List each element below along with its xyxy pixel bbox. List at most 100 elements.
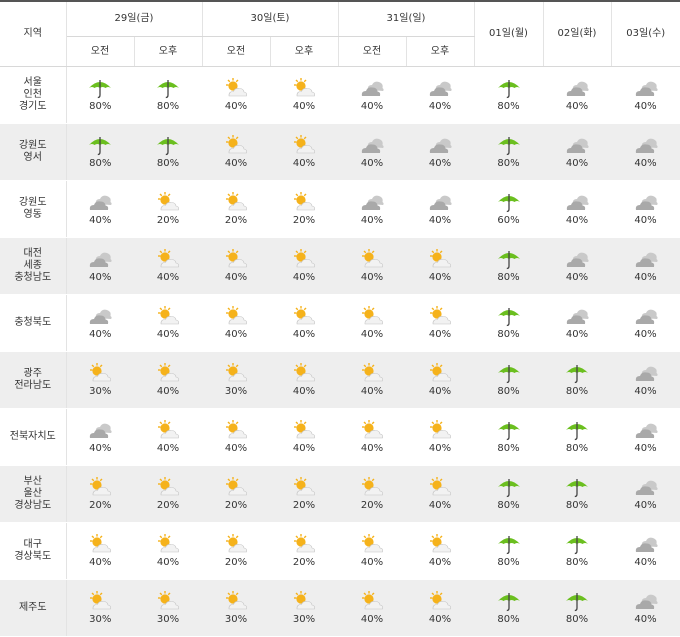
- precipitation-chance: 30%: [156, 614, 180, 625]
- precipitation-chance: 80%: [89, 158, 112, 169]
- forecast-cell: 40%: [270, 408, 338, 466]
- forecast-cell: 20%: [270, 522, 338, 580]
- precipitation-chance: 20%: [224, 557, 248, 568]
- sun-cloud-icon: [155, 533, 181, 555]
- umbrella-icon: [496, 248, 522, 270]
- precipitation-chance: 40%: [634, 500, 657, 511]
- forecast-cell: 80%: [474, 294, 543, 352]
- am-header: 오전: [201, 36, 270, 67]
- forecast-cell: 80%: [474, 237, 543, 295]
- sun-cloud-icon: [155, 419, 181, 441]
- forecast-cell: 40%: [406, 522, 474, 580]
- forecast-cell: 80%: [543, 465, 611, 523]
- region-cell: 강원도 영동: [0, 180, 67, 238]
- region-name: 대구: [23, 539, 42, 550]
- precipitation-chance: 40%: [360, 101, 384, 112]
- region-name: 전북자치도: [9, 431, 56, 442]
- precipitation-chance: 40%: [89, 272, 112, 283]
- umbrella-icon: [496, 191, 522, 213]
- sun-cloud-icon: [359, 533, 385, 555]
- cloud-icon: [564, 191, 590, 213]
- sun-cloud-icon: [223, 419, 249, 441]
- forecast-cell: 40%: [270, 351, 338, 409]
- sun-cloud-icon: [291, 248, 317, 270]
- forecast-cell: 40%: [134, 351, 202, 409]
- sun-cloud-icon: [291, 362, 317, 384]
- precipitation-chance: 80%: [497, 614, 520, 625]
- precipitation-chance: 20%: [292, 500, 316, 511]
- forecast-cell: 20%: [270, 465, 338, 523]
- forecast-cell: 40%: [66, 522, 134, 580]
- precipitation-chance: 40%: [292, 272, 316, 283]
- forecast-cell: 40%: [270, 66, 338, 124]
- table-row: 대구 경상북도 40% 40% 20% 20% 40% 40% 80% 80% 40%: [0, 522, 680, 580]
- day-header: 30일(토): [201, 0, 338, 37]
- sun-cloud-icon: [155, 305, 181, 327]
- forecast-cell: 40%: [270, 237, 338, 295]
- table-body: 서울 인천 경기도 80% 80% 40% 40% 40% 40% 80% 40% 40% 강원도 영서 8…: [0, 66, 680, 637]
- forecast-cell: 40%: [406, 180, 474, 238]
- sun-cloud-icon: [223, 248, 249, 270]
- region-name: 경기도: [18, 101, 47, 112]
- precipitation-chance: 80%: [497, 272, 520, 283]
- forecast-cell: 20%: [134, 180, 202, 238]
- forecast-cell: 40%: [66, 408, 134, 466]
- sun-cloud-icon: [223, 77, 249, 99]
- cloud-icon: [633, 362, 659, 384]
- precipitation-chance: 80%: [497, 329, 520, 340]
- table-row: 전북자치도 40% 40% 40% 40% 40% 40% 80% 80% 40%: [0, 408, 680, 466]
- precipitation-chance: 40%: [292, 443, 316, 454]
- forecast-cell: 40%: [611, 579, 680, 637]
- sun-cloud-icon: [291, 305, 317, 327]
- precipitation-chance: 40%: [565, 101, 589, 112]
- umbrella-icon: [564, 362, 590, 384]
- forecast-cell: 20%: [202, 465, 270, 523]
- table-row: 충청북도 40% 40% 40% 40% 40% 40% 80% 40% 40%: [0, 294, 680, 352]
- region-cell: 광주 전라남도: [0, 351, 67, 409]
- table-row: 강원도 영동 40% 20% 20% 20% 40% 40% 60% 40% 40%: [0, 180, 680, 238]
- forecast-cell: 40%: [543, 180, 611, 238]
- forecast-cell: 40%: [202, 237, 270, 295]
- precipitation-chance: 20%: [292, 215, 316, 226]
- region-name: 세종: [23, 260, 42, 271]
- region-name: 전라남도: [14, 380, 52, 391]
- precipitation-chance: 40%: [292, 329, 316, 340]
- precipitation-chance: 40%: [360, 329, 384, 340]
- table-row: 제주도 30% 30% 30% 30% 40% 40% 80% 80% 40%: [0, 579, 680, 637]
- forecast-cell: 60%: [474, 180, 543, 238]
- precipitation-chance: 40%: [634, 329, 657, 340]
- day-header: 02일(화): [542, 0, 611, 67]
- cloud-icon: [87, 191, 113, 213]
- forecast-cell: 40%: [611, 294, 680, 352]
- precipitation-chance: 20%: [292, 557, 316, 568]
- precipitation-chance: 20%: [89, 500, 112, 511]
- forecast-cell: 30%: [202, 579, 270, 637]
- precipitation-chance: 80%: [565, 386, 589, 397]
- region-header: 지역: [0, 0, 67, 67]
- umbrella-icon: [496, 362, 522, 384]
- umbrella-icon: [496, 590, 522, 612]
- forecast-cell: 40%: [134, 237, 202, 295]
- cloud-icon: [87, 248, 113, 270]
- am-header: 오전: [337, 36, 406, 67]
- forecast-cell: 40%: [611, 408, 680, 466]
- cloud-icon: [564, 305, 590, 327]
- region-name: 강원도: [18, 140, 47, 151]
- pm-header: 오후: [269, 36, 338, 67]
- precipitation-chance: 40%: [428, 215, 452, 226]
- forecast-cell: 40%: [543, 66, 611, 124]
- region-cell: 제주도: [0, 579, 67, 637]
- precipitation-chance: 40%: [224, 443, 248, 454]
- forecast-cell: 40%: [338, 579, 406, 637]
- precipitation-chance: 40%: [224, 329, 248, 340]
- forecast-cell: 20%: [202, 180, 270, 238]
- precipitation-chance: 40%: [428, 500, 452, 511]
- precipitation-chance: 40%: [428, 614, 452, 625]
- sun-cloud-icon: [427, 362, 453, 384]
- forecast-cell: 30%: [66, 579, 134, 637]
- region-name: 영서: [23, 152, 42, 163]
- precipitation-chance: 40%: [224, 272, 248, 283]
- precipitation-chance: 40%: [428, 101, 452, 112]
- umbrella-icon: [87, 134, 113, 156]
- precipitation-chance: 40%: [360, 386, 384, 397]
